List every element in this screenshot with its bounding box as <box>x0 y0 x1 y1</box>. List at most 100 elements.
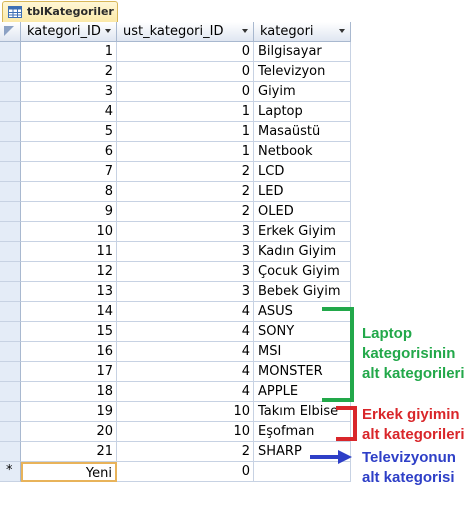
ust-kategori-id-cell[interactable]: 10 <box>117 422 254 442</box>
new-record-selector[interactable]: * <box>0 462 21 482</box>
table-row[interactable]: 21 2 SHARP <box>0 442 351 462</box>
new-record-row[interactable]: * Yeni 0 <box>0 462 351 482</box>
ust-kategori-id-cell[interactable]: 2 <box>117 162 254 182</box>
kategori-id-cell[interactable]: 18 <box>21 382 117 402</box>
ust-kategori-id-cell[interactable]: 4 <box>117 322 254 342</box>
table-row[interactable]: 17 4 MONSTER <box>0 362 351 382</box>
record-selector[interactable] <box>0 342 21 362</box>
kategori-cell[interactable]: Erkek Giyim <box>254 222 351 242</box>
kategori-cell[interactable]: Laptop <box>254 102 351 122</box>
sort-dropdown-icon[interactable] <box>339 29 345 33</box>
sort-dropdown-icon[interactable] <box>105 29 111 33</box>
table-row[interactable]: 14 4 ASUS <box>0 302 351 322</box>
ust-kategori-id-cell[interactable]: 3 <box>117 282 254 302</box>
new-record-name-cell[interactable] <box>254 462 351 482</box>
kategori-id-cell[interactable]: 21 <box>21 442 117 462</box>
kategori-id-cell[interactable]: 6 <box>21 142 117 162</box>
kategori-id-cell[interactable]: 19 <box>21 402 117 422</box>
kategori-cell[interactable]: Çocuk Giyim <box>254 262 351 282</box>
record-selector[interactable] <box>0 62 21 82</box>
kategori-id-cell[interactable]: 15 <box>21 322 117 342</box>
record-selector[interactable] <box>0 82 21 102</box>
ust-kategori-id-cell[interactable]: 10 <box>117 402 254 422</box>
ust-kategori-id-cell[interactable]: 2 <box>117 182 254 202</box>
ust-kategori-id-cell[interactable]: 4 <box>117 302 254 322</box>
table-row[interactable]: 11 3 Kadın Giyim <box>0 242 351 262</box>
table-row[interactable]: 19 10 Takım Elbise <box>0 402 351 422</box>
kategori-id-cell[interactable]: 20 <box>21 422 117 442</box>
table-row[interactable]: 6 1 Netbook <box>0 142 351 162</box>
table-row[interactable]: 16 4 MSI <box>0 342 351 362</box>
ust-kategori-id-cell[interactable]: 3 <box>117 242 254 262</box>
ust-kategori-id-cell[interactable]: 3 <box>117 222 254 242</box>
kategori-id-cell[interactable]: 14 <box>21 302 117 322</box>
table-row[interactable]: 4 1 Laptop <box>0 102 351 122</box>
kategori-cell[interactable]: Netbook <box>254 142 351 162</box>
ust-kategori-id-cell[interactable]: 4 <box>117 382 254 402</box>
kategori-id-cell[interactable]: 13 <box>21 282 117 302</box>
table-row[interactable]: 10 3 Erkek Giyim <box>0 222 351 242</box>
kategori-cell[interactable]: LED <box>254 182 351 202</box>
ust-kategori-id-cell[interactable]: 1 <box>117 122 254 142</box>
record-selector[interactable] <box>0 162 21 182</box>
ust-kategori-id-cell[interactable]: 1 <box>117 102 254 122</box>
kategori-cell[interactable]: Bebek Giyim <box>254 282 351 302</box>
table-row[interactable]: 8 2 LED <box>0 182 351 202</box>
kategori-id-cell[interactable]: 4 <box>21 102 117 122</box>
kategori-id-cell[interactable]: 2 <box>21 62 117 82</box>
ust-kategori-id-cell[interactable]: 4 <box>117 342 254 362</box>
kategori-cell[interactable]: LCD <box>254 162 351 182</box>
table-row[interactable]: 18 4 APPLE <box>0 382 351 402</box>
table-row[interactable]: 9 2 OLED <box>0 202 351 222</box>
kategori-id-cell[interactable]: 17 <box>21 362 117 382</box>
record-selector[interactable] <box>0 262 21 282</box>
kategori-cell[interactable]: Bilgisayar <box>254 42 351 62</box>
record-selector[interactable] <box>0 42 21 62</box>
kategori-cell[interactable]: Televizyon <box>254 62 351 82</box>
sort-dropdown-icon[interactable] <box>242 29 248 33</box>
table-row[interactable]: 1 0 Bilgisayar <box>0 42 351 62</box>
new-record-id-cell[interactable]: Yeni <box>21 462 117 482</box>
kategori-cell[interactable]: SONY <box>254 322 351 342</box>
ust-kategori-id-cell[interactable]: 3 <box>117 262 254 282</box>
record-selector[interactable] <box>0 362 21 382</box>
kategori-cell[interactable]: APPLE <box>254 382 351 402</box>
kategori-id-cell[interactable]: 7 <box>21 162 117 182</box>
kategori-cell[interactable]: SHARP <box>254 442 351 462</box>
ust-kategori-id-cell[interactable]: 0 <box>117 82 254 102</box>
column-header-ust-kategori-id[interactable]: ust_kategori_ID <box>117 22 254 42</box>
ust-kategori-id-cell[interactable]: 0 <box>117 42 254 62</box>
table-row[interactable]: 12 3 Çocuk Giyim <box>0 262 351 282</box>
record-selector[interactable] <box>0 122 21 142</box>
kategori-id-cell[interactable]: 9 <box>21 202 117 222</box>
kategori-cell[interactable]: Takım Elbise <box>254 402 351 422</box>
kategori-cell[interactable]: MONSTER <box>254 362 351 382</box>
tab-tblkategoriler[interactable]: tblKategoriler <box>2 1 118 22</box>
kategori-cell[interactable]: MSI <box>254 342 351 362</box>
kategori-id-cell[interactable]: 5 <box>21 122 117 142</box>
kategori-cell[interactable]: Giyim <box>254 82 351 102</box>
kategori-cell[interactable]: OLED <box>254 202 351 222</box>
kategori-cell[interactable]: ASUS <box>254 302 351 322</box>
table-row[interactable]: 13 3 Bebek Giyim <box>0 282 351 302</box>
record-selector[interactable] <box>0 382 21 402</box>
record-selector[interactable] <box>0 402 21 422</box>
table-row[interactable]: 5 1 Masaüstü <box>0 122 351 142</box>
kategori-cell[interactable]: Eşofman <box>254 422 351 442</box>
record-selector[interactable] <box>0 322 21 342</box>
kategori-id-cell[interactable]: 1 <box>21 42 117 62</box>
kategori-id-cell[interactable]: 8 <box>21 182 117 202</box>
new-record-parent-cell[interactable]: 0 <box>117 462 254 482</box>
table-row[interactable]: 7 2 LCD <box>0 162 351 182</box>
record-selector[interactable] <box>0 222 21 242</box>
kategori-id-cell[interactable]: 3 <box>21 82 117 102</box>
kategori-id-cell[interactable]: 10 <box>21 222 117 242</box>
kategori-cell[interactable]: Kadın Giyim <box>254 242 351 262</box>
column-header-kategori[interactable]: kategori <box>254 22 351 42</box>
kategori-id-cell[interactable]: 12 <box>21 262 117 282</box>
table-row[interactable]: 3 0 Giyim <box>0 82 351 102</box>
record-selector[interactable] <box>0 242 21 262</box>
record-selector[interactable] <box>0 182 21 202</box>
kategori-id-cell[interactable]: 11 <box>21 242 117 262</box>
select-all-corner[interactable] <box>0 22 21 42</box>
